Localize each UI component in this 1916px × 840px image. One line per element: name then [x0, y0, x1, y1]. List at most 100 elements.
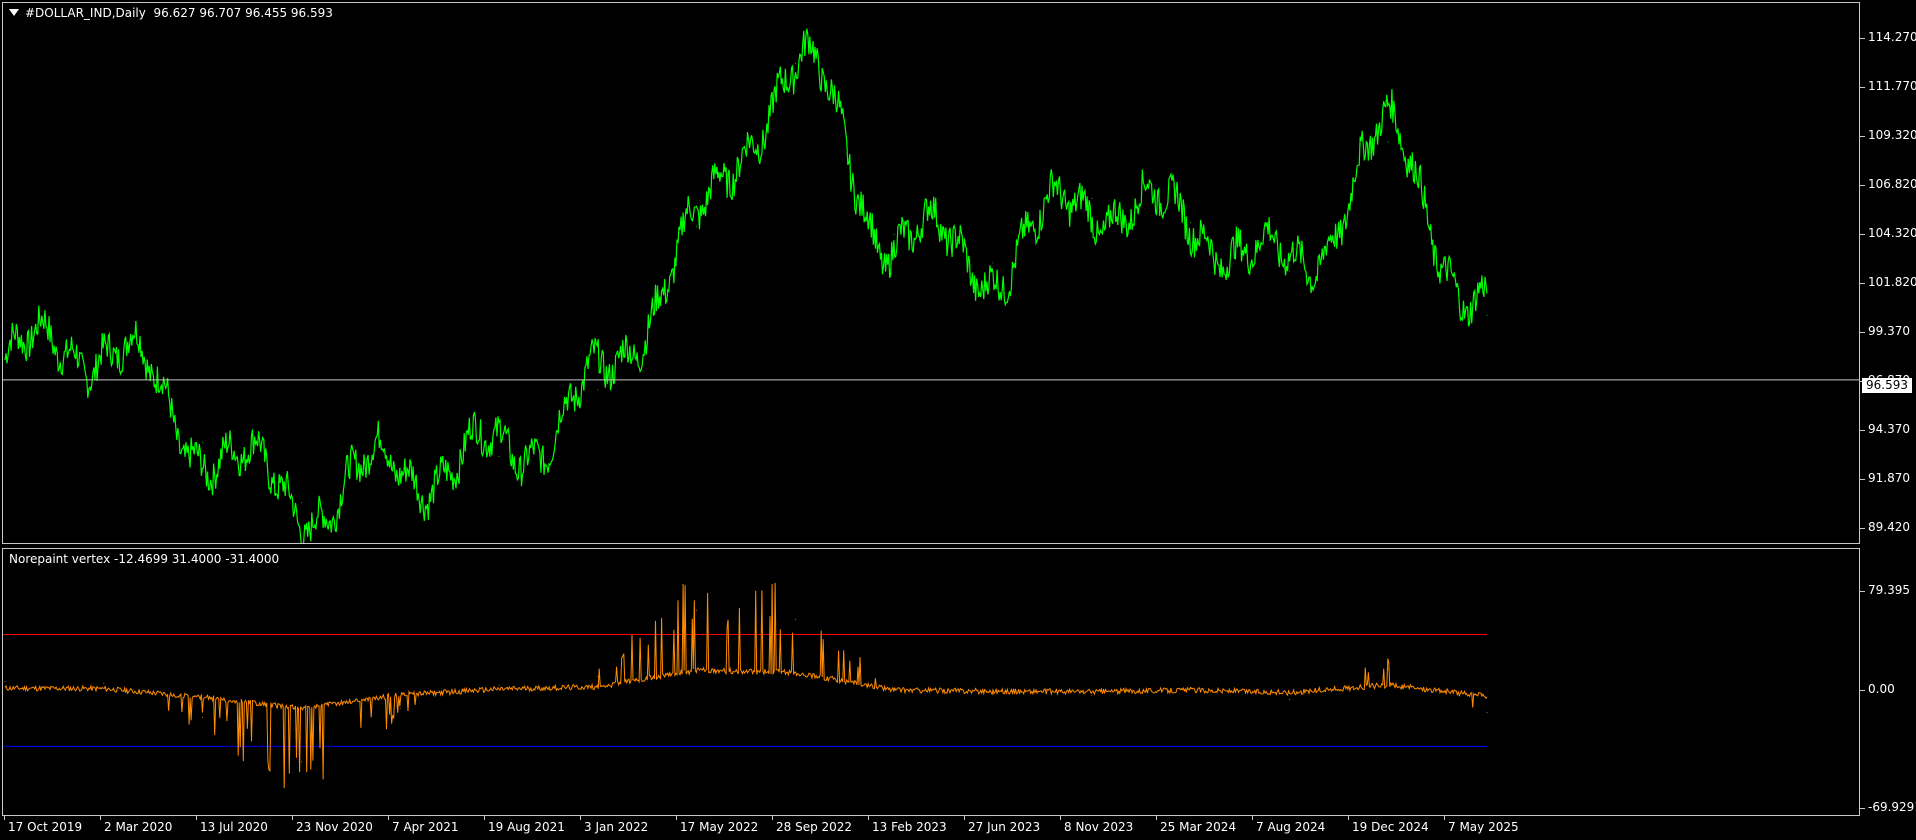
price-data-point	[300, 502, 302, 504]
price-data-point	[1288, 270, 1290, 272]
time-axis-tick	[676, 816, 677, 820]
price-axis-label: 91.870	[1868, 471, 1910, 485]
price-chart-pane[interactable]: #DOLLAR_IND,Daily 96.627 96.707 96.455 9…	[2, 2, 1860, 544]
price-axis-tick	[1860, 87, 1865, 88]
indicator-axis-label: 0.00	[1868, 682, 1895, 696]
time-axis-label: 13 Feb 2023	[872, 820, 947, 834]
price-axis-label: 94.370	[1868, 422, 1910, 436]
indicator-data-point	[1288, 698, 1290, 700]
price-data-point	[1486, 314, 1488, 316]
time-axis-tick	[100, 816, 101, 820]
indicator-axis-tick	[1860, 808, 1865, 809]
time-axis-label: 17 Oct 2019	[8, 820, 83, 834]
time-axis-tick	[1348, 816, 1349, 820]
indicator-canvas	[3, 582, 1488, 789]
indicator-series-line	[4, 582, 1488, 789]
price-data-point	[1091, 197, 1093, 199]
price-series-line	[4, 28, 1488, 543]
price-axis-label: 104.320	[1868, 226, 1916, 240]
price-axis-tick	[1860, 185, 1865, 186]
indicator-data-point	[794, 618, 796, 620]
time-axis-label: 8 Nov 2023	[1064, 820, 1134, 834]
time-axis-label: 2 Mar 2020	[104, 820, 173, 834]
price-axis-label: 89.420	[1868, 520, 1910, 534]
time-axis-tick	[1252, 816, 1253, 820]
price-data-point	[992, 262, 994, 264]
price-axis-tick	[1860, 38, 1865, 39]
price-axis-label: 99.370	[1868, 324, 1910, 338]
indicator-data-point	[1190, 688, 1192, 690]
price-axis-tick	[1860, 479, 1865, 480]
time-axis-label: 3 Jan 2022	[584, 820, 649, 834]
time-axis-label: 7 May 2025	[1448, 820, 1519, 834]
time-axis-label: 27 Jun 2023	[968, 820, 1041, 834]
indicator-values: -12.4699 31.4000 -31.4000	[114, 552, 280, 566]
price-axis-tick	[1860, 332, 1865, 333]
price-data-point	[4, 359, 6, 361]
price-data-point	[696, 226, 698, 228]
price-data-point	[794, 62, 796, 64]
indicator-data-point	[1091, 695, 1093, 697]
time-axis-tick	[1156, 816, 1157, 820]
indicator-axis-label: 79.395	[1868, 583, 1910, 597]
indicator-data-point	[4, 681, 6, 682]
price-data-point	[1190, 222, 1192, 224]
indicator-data-point	[696, 609, 698, 611]
price-data-point	[202, 441, 204, 443]
time-axis-label: 17 May 2022	[680, 820, 759, 834]
indicator-data-point	[1486, 712, 1488, 714]
indicator-data-point	[300, 761, 302, 763]
price-axis-label: 114.270	[1868, 30, 1916, 44]
collapse-triangle-icon[interactable]	[9, 9, 19, 16]
time-axis-tick	[964, 816, 965, 820]
price-data-point	[1387, 141, 1389, 143]
time-axis-tick	[388, 816, 389, 820]
price-axis-label: 111.770	[1868, 79, 1916, 93]
indicator-axis-tick	[1860, 591, 1865, 592]
time-axis-tick	[484, 816, 485, 820]
indicator-axis-tick	[1860, 690, 1865, 691]
current-price-tag: 96.593	[1862, 378, 1912, 393]
indicator-data-point	[498, 684, 500, 686]
time-axis-label: 23 Nov 2020	[296, 820, 373, 834]
time-axis-label: 7 Apr 2021	[392, 820, 459, 834]
time-axis-tick	[292, 816, 293, 820]
indicator-header: Norepaint vertex -12.4699 31.4000 -31.40…	[9, 552, 279, 566]
indicator-data-point	[893, 688, 895, 690]
indicator-data-point	[1387, 668, 1389, 670]
indicator-pane[interactable]: Norepaint vertex -12.4699 31.4000 -31.40…	[2, 548, 1860, 816]
price-axis-tick	[1860, 283, 1865, 284]
time-axis-label: 7 Aug 2024	[1256, 820, 1326, 834]
symbol-label: #DOLLAR_IND,Daily	[25, 6, 146, 20]
price-data-point	[597, 389, 599, 391]
indicator-data-point	[399, 707, 401, 709]
price-axis-tick	[1860, 430, 1865, 431]
price-axis-label: 101.820	[1868, 275, 1916, 289]
indicator-axis-label: -69.9291	[1868, 800, 1916, 814]
price-data-point	[498, 455, 500, 457]
time-axis-tick	[868, 816, 869, 820]
indicator-data-point	[103, 682, 105, 684]
time-axis-tick	[580, 816, 581, 820]
indicator-data-point	[202, 716, 204, 718]
time-axis-tick	[1060, 816, 1061, 820]
price-data-point	[399, 467, 401, 469]
indicator-name: Norepaint vertex	[9, 552, 111, 566]
ohlc-values: 96.627 96.707 96.455 96.593	[153, 6, 333, 20]
time-axis-label: 25 Mar 2024	[1160, 820, 1237, 834]
time-axis-label: 19 Dec 2024	[1352, 820, 1429, 834]
time-axis-label: 28 Sep 2022	[776, 820, 853, 834]
indicator-data-point	[597, 675, 599, 677]
time-axis-tick	[1444, 816, 1445, 820]
price-data-point	[893, 234, 895, 236]
indicator-data-point	[992, 693, 994, 695]
chart-header: #DOLLAR_IND,Daily 96.627 96.707 96.455 9…	[9, 6, 333, 20]
time-axis-tick	[772, 816, 773, 820]
price-axis-tick	[1860, 234, 1865, 235]
time-axis-tick	[4, 816, 5, 820]
time-axis-label: 13 Jul 2020	[200, 820, 268, 834]
time-axis-label: 19 Aug 2021	[488, 820, 565, 834]
time-axis-tick	[196, 816, 197, 820]
price-axis-tick	[1860, 136, 1865, 137]
price-axis-tick	[1860, 528, 1865, 529]
